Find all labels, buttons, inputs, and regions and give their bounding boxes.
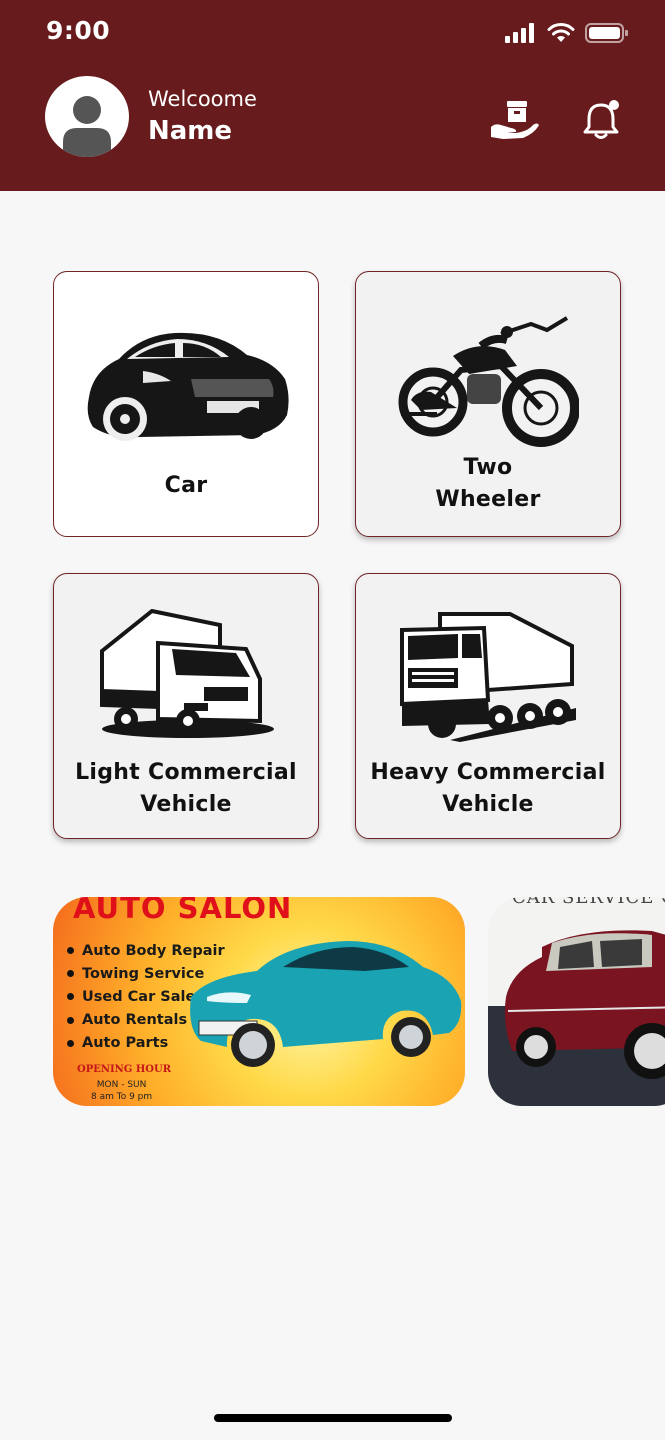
category-label: Light Commercial Vehicle bbox=[75, 760, 297, 817]
wifi-icon bbox=[547, 23, 575, 42]
orders-button[interactable] bbox=[489, 97, 541, 143]
opening-hours: MON - SUN 8 am To 9 pm bbox=[91, 1080, 153, 1102]
category-light-commercial-vehicle[interactable]: Light Commercial Vehicle bbox=[53, 573, 319, 839]
hand-package-icon bbox=[491, 101, 539, 139]
user-icon bbox=[63, 96, 111, 157]
banner-title: CAR SERVICE CEN bbox=[512, 897, 665, 908]
category-label: Car bbox=[164, 473, 208, 498]
welcome-text: Welcoome bbox=[148, 87, 257, 111]
battery-icon bbox=[585, 23, 628, 43]
notifications-button[interactable] bbox=[575, 97, 627, 143]
user-name: Name bbox=[148, 116, 233, 146]
vintage-car-icon bbox=[504, 930, 665, 1079]
motorcycle-icon bbox=[398, 316, 579, 447]
sports-car-icon bbox=[190, 941, 462, 1067]
app-header: 9:00 Welcoome Name bbox=[0, 0, 665, 191]
car-service-banner[interactable]: CAR SERVICE CEN bbox=[488, 897, 665, 1106]
banner-title: AUTO SALON bbox=[73, 897, 293, 925]
auto-salon-banner[interactable]: AUTO SALON Auto Body Repair Towing Servi… bbox=[53, 897, 465, 1106]
bell-icon bbox=[583, 100, 619, 139]
light-truck-icon bbox=[100, 609, 274, 738]
car-icon bbox=[87, 332, 289, 441]
status-icons bbox=[505, 20, 629, 46]
signal-icon bbox=[505, 23, 534, 43]
category-label: Two Wheeler bbox=[435, 455, 541, 512]
home-indicator[interactable] bbox=[214, 1414, 452, 1422]
category-car[interactable]: Car bbox=[53, 271, 319, 537]
status-time: 9:00 bbox=[46, 16, 111, 45]
category-label: Heavy Commercial Vehicle bbox=[370, 760, 606, 817]
avatar[interactable] bbox=[45, 76, 129, 157]
category-two-wheeler[interactable]: Two Wheeler bbox=[355, 271, 621, 537]
opening-hour-label: OPENING HOUR bbox=[77, 1064, 172, 1075]
dump-truck-icon bbox=[400, 612, 576, 742]
category-heavy-commercial-vehicle[interactable]: Heavy Commercial Vehicle bbox=[355, 573, 621, 839]
